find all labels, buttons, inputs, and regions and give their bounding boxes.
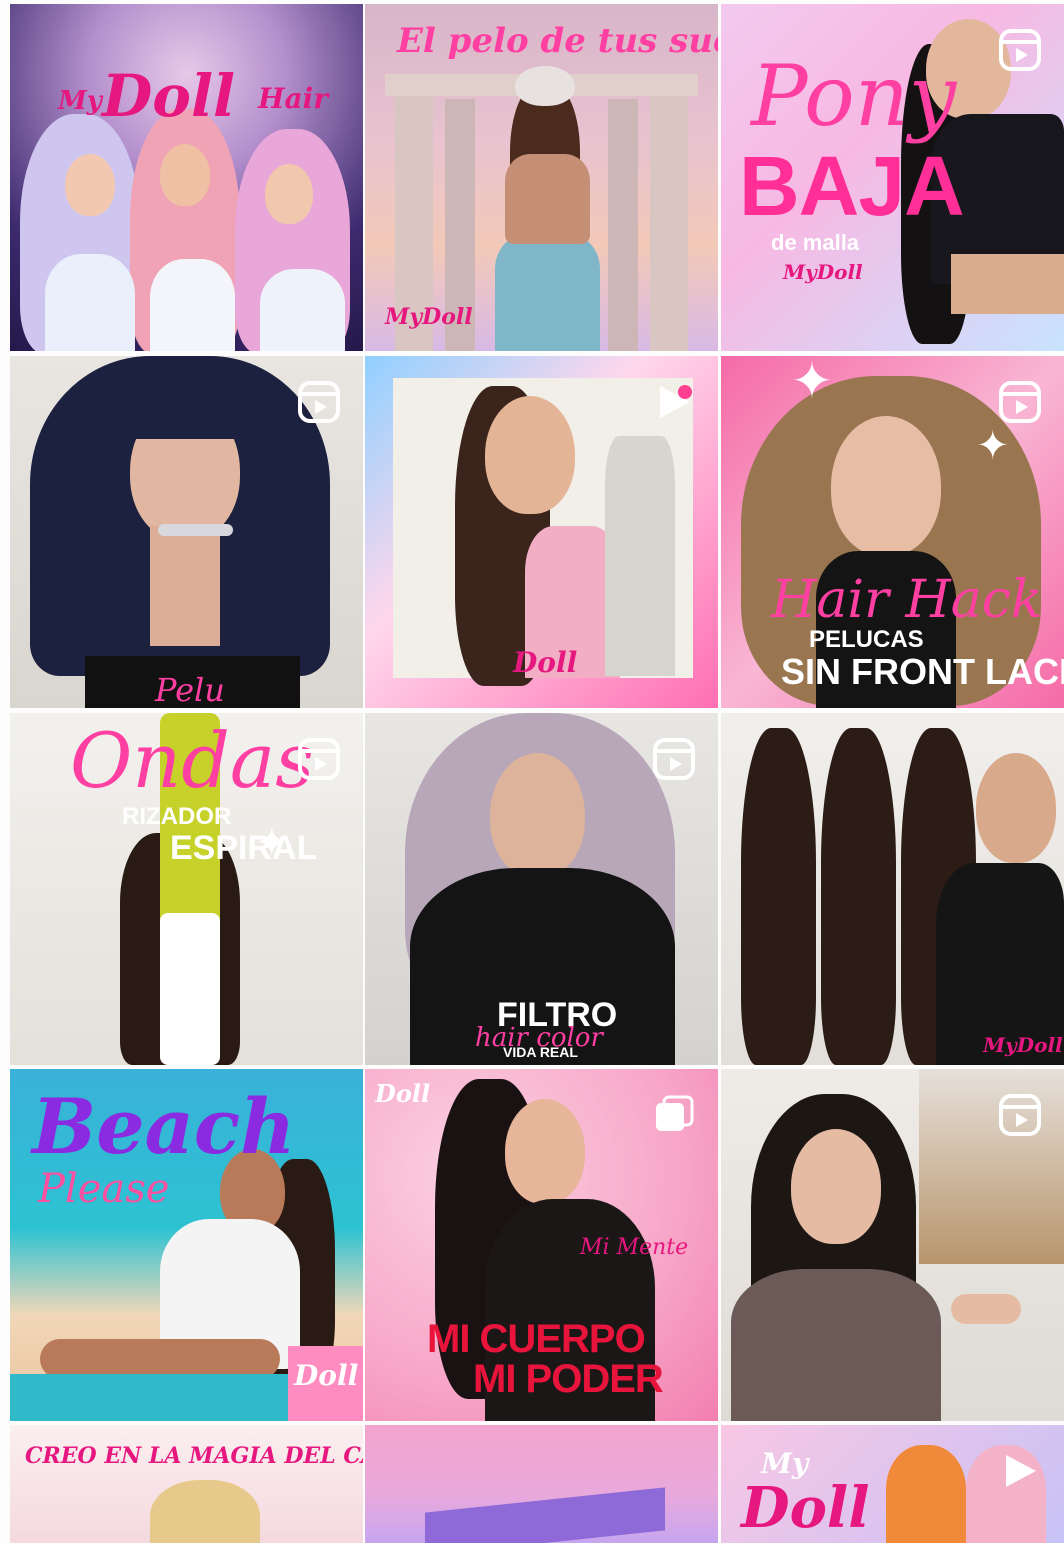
curling-iron-handle	[160, 913, 220, 1065]
brand-logo: Doll	[102, 62, 236, 130]
reels-icon	[998, 380, 1042, 424]
necklace	[158, 524, 233, 536]
brand-logo: Doll	[513, 646, 578, 679]
post-tile-7[interactable]: Ondas RIZADOR ESPIRAL ✦	[10, 713, 363, 1065]
wig	[886, 1445, 966, 1543]
ponytail	[741, 728, 816, 1065]
brand-logo: Doll	[375, 1079, 431, 1108]
post-tile-4[interactable]: Pelu	[10, 356, 363, 708]
post-tile-3[interactable]: Pony BAJA de malla MyDoll	[721, 4, 1064, 351]
back	[505, 154, 590, 244]
sparkle-icon: ✦	[255, 820, 289, 866]
brand-logo: MyDoll	[983, 1033, 1063, 1057]
jacket	[605, 436, 675, 676]
bangs	[120, 384, 250, 439]
back-skin	[951, 254, 1064, 314]
face	[505, 1099, 585, 1204]
bandana	[515, 66, 575, 106]
post-tile-14[interactable]	[365, 1425, 718, 1543]
reels-icon	[998, 1093, 1042, 1137]
inset-photo	[919, 1069, 1064, 1264]
post-title: CREO EN LA MAGIA DEL CAMBIO	[25, 1443, 363, 1469]
face	[65, 154, 115, 216]
post-tile-13[interactable]: CREO EN LA MAGIA DEL CAMBIO	[10, 1425, 363, 1543]
post-title-script: Ondas	[70, 716, 315, 805]
top-clothing	[45, 254, 135, 351]
post-tile-15[interactable]: My Doll	[721, 1425, 1064, 1543]
post-title-block: BAJA	[739, 139, 965, 233]
face	[490, 753, 585, 878]
face	[976, 753, 1056, 863]
reels-icon	[652, 737, 696, 781]
hand	[951, 1294, 1021, 1324]
post-title-script-2: Please	[38, 1166, 170, 1212]
face	[265, 164, 313, 224]
top-clothing	[260, 269, 345, 351]
post-tile-5[interactable]: Doll	[365, 356, 718, 708]
reels-icon	[297, 380, 341, 424]
column-right-inner	[608, 99, 638, 351]
post-caption: Pelu	[155, 671, 225, 708]
post-tile-8[interactable]: FILTRO hair color VIDA REAL	[365, 713, 718, 1065]
post-tile-10[interactable]: Beach Please Doll	[10, 1069, 363, 1421]
brand-logo: Doll	[741, 1475, 870, 1541]
top-clothing	[731, 1269, 941, 1421]
face	[485, 396, 575, 514]
post-tile-1[interactable]: My Doll Hair	[10, 4, 363, 351]
post-tile-6[interactable]: ✦ ✦ Hair Hack PELUCAS SIN FRONT LACE	[721, 356, 1064, 708]
post-title-line-2: MI PODER	[473, 1357, 664, 1401]
neck	[150, 526, 220, 646]
post-tile-9[interactable]: MyDoll	[721, 713, 1064, 1065]
post-title-script: Hair Hack	[771, 570, 1043, 630]
face	[831, 416, 941, 556]
column-right	[650, 84, 688, 351]
post-title-line-1: RIZADOR	[122, 803, 232, 830]
post-tile-2[interactable]: El pelo de tus sueños MyDoll	[365, 4, 718, 351]
post-title-line-2: ESPIRAL	[170, 829, 318, 867]
post-title-script: Beach	[32, 1082, 296, 1171]
brand-logo-prefix: My	[58, 86, 102, 116]
post-tag-script: Mi Mente	[580, 1235, 689, 1260]
post-title-line-1: MI CUERPO	[427, 1317, 646, 1361]
jeans	[495, 234, 600, 351]
hair	[150, 1480, 260, 1543]
post-title-line-2: SIN FRONT LACE	[781, 651, 1064, 692]
sparkle-icon: ✦	[976, 423, 1010, 469]
brand-logo-suffix: Hair	[258, 82, 328, 115]
top-clothing	[150, 259, 235, 351]
post-title-line-1: PELUCAS	[809, 626, 924, 653]
ponytail	[821, 728, 896, 1065]
face	[160, 144, 210, 206]
multiple-photos-icon	[652, 1093, 696, 1137]
post-tile-11[interactable]: Doll Mi Mente MI CUERPO MI PODER	[365, 1069, 718, 1421]
reels-icon	[652, 380, 696, 424]
brand-logo: Doll	[294, 1359, 359, 1392]
sparkle-icon: ✦	[791, 356, 833, 410]
brand-logo: MyDoll	[783, 260, 863, 284]
brand-logo: MyDoll	[385, 304, 473, 330]
post-subtitle: VIDA REAL	[503, 1044, 578, 1060]
legs	[40, 1339, 280, 1379]
reels-icon	[998, 28, 1042, 72]
post-tile-12[interactable]	[721, 1069, 1064, 1421]
post-subtitle: de malla	[771, 230, 860, 255]
face	[791, 1129, 881, 1244]
post-title-script: Pony	[751, 47, 957, 145]
profile-post-grid: My Doll Hair El pelo de tus sueños MyDol…	[10, 4, 1064, 1543]
reels-icon	[297, 737, 341, 781]
play-icon	[998, 1449, 1042, 1493]
post-title: El pelo de tus sueños	[397, 21, 718, 61]
